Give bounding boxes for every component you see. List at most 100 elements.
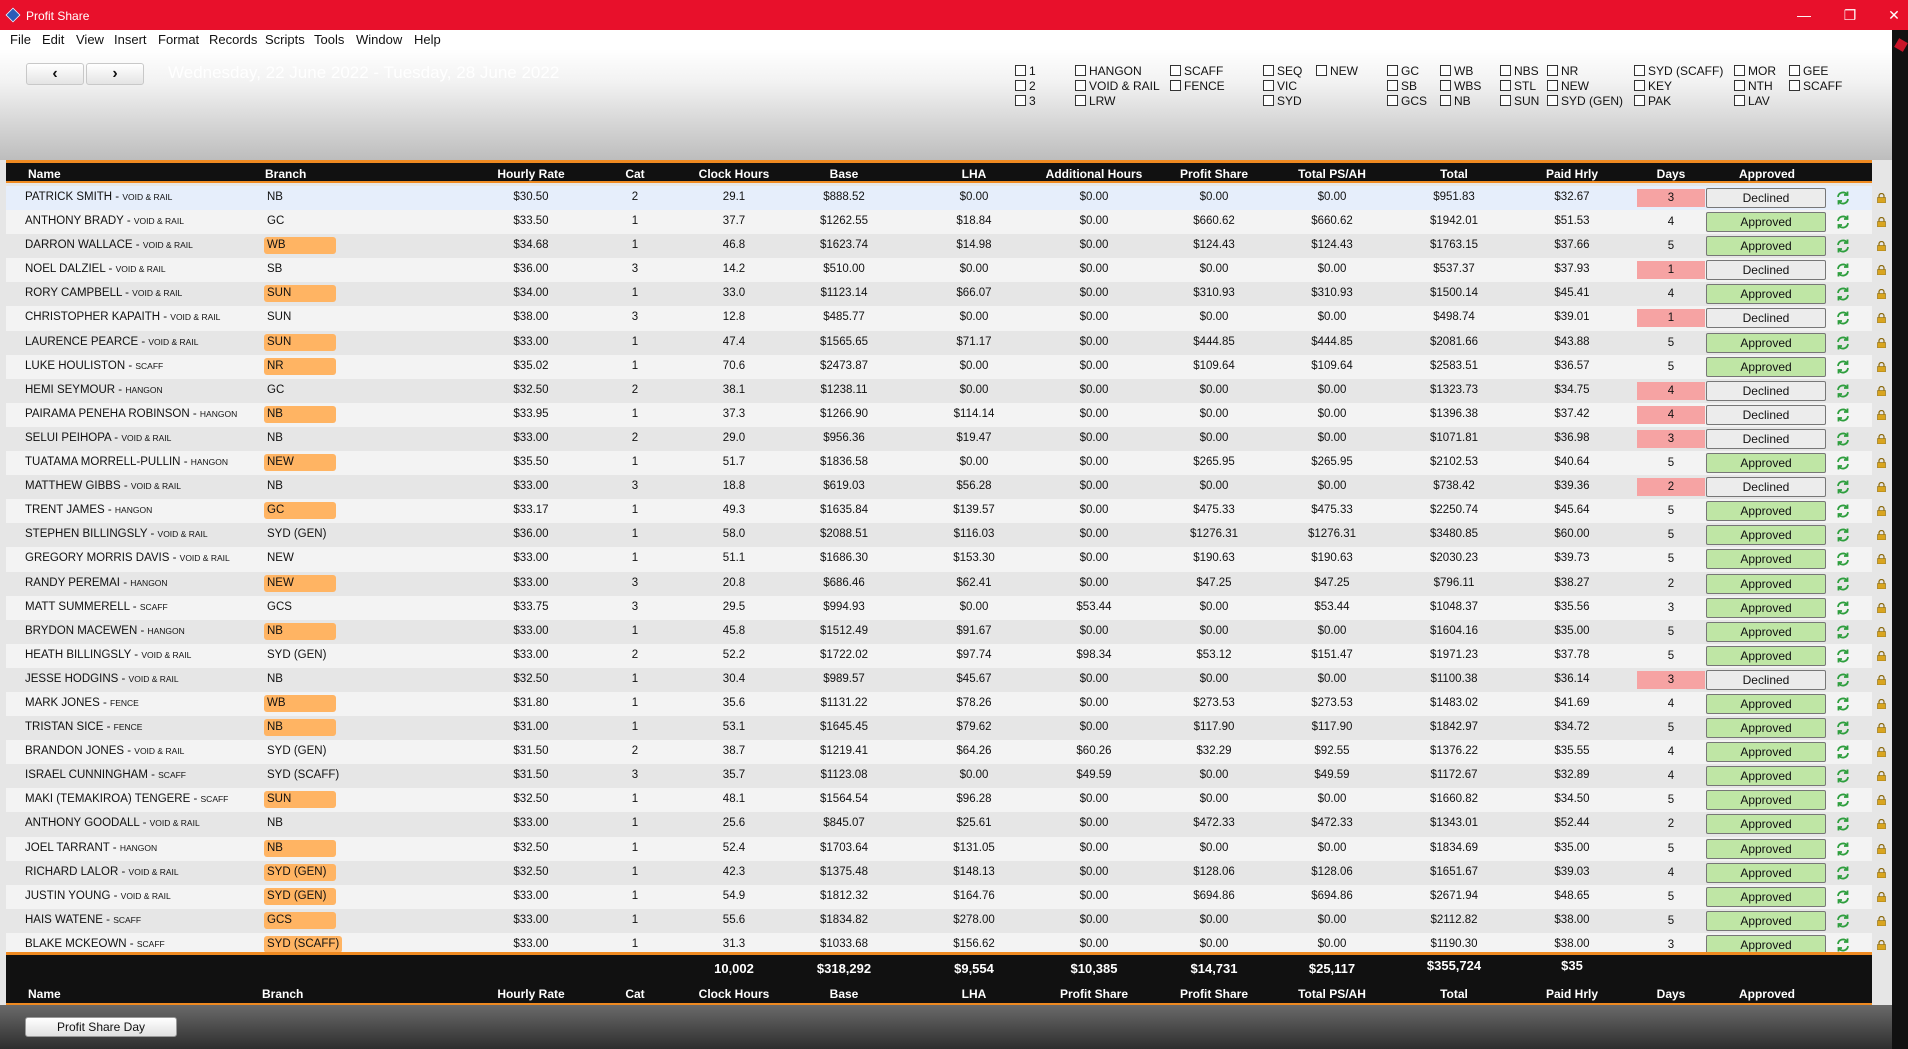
filter-checkbox[interactable] [1387, 80, 1398, 91]
approval-status-button[interactable]: Approved [1706, 453, 1826, 474]
filter-checkbox[interactable] [1440, 80, 1451, 91]
lock-icon[interactable] [1877, 915, 1886, 926]
lock-icon[interactable] [1877, 554, 1886, 565]
refresh-icon[interactable] [1835, 214, 1851, 230]
filter-checkbox[interactable] [1316, 65, 1327, 76]
lock-icon[interactable] [1877, 650, 1886, 661]
col-name[interactable]: Name [28, 167, 61, 181]
filter-checkbox[interactable] [1075, 95, 1086, 106]
lock-icon[interactable] [1877, 506, 1886, 517]
lock-icon[interactable] [1877, 843, 1886, 854]
menu-format[interactable]: Format [158, 32, 199, 47]
filter-checkbox[interactable] [1547, 65, 1558, 76]
filter-checkbox[interactable] [1789, 80, 1800, 91]
approval-status-button[interactable]: Declined [1706, 477, 1826, 498]
table-row[interactable]: DARRON WALLACE - VOID & RAIL WB $34.68 1 46.… [6, 234, 1886, 258]
menu-records[interactable]: Records [209, 32, 257, 47]
filter-checkbox[interactable] [1500, 80, 1511, 91]
approval-status-button[interactable]: Approved [1706, 886, 1826, 907]
approval-status-button[interactable]: Approved [1706, 356, 1826, 377]
filter-checkbox[interactable] [1015, 80, 1026, 91]
menu-edit[interactable]: Edit [42, 32, 64, 47]
filter-checkbox[interactable] [1263, 95, 1274, 106]
refresh-icon[interactable] [1835, 889, 1851, 905]
lock-icon[interactable] [1877, 530, 1886, 541]
table-row[interactable]: JESSE HODGINS - VOID & RAIL NB $32.50 1 30.4… [6, 668, 1886, 692]
refresh-icon[interactable] [1835, 286, 1851, 302]
filter-checkbox[interactable] [1387, 65, 1398, 76]
filter-scaff[interactable]: SCAFF [1170, 64, 1225, 79]
lock-icon[interactable] [1877, 747, 1886, 758]
filter-vic[interactable]: VIC [1263, 79, 1302, 94]
approval-status-button[interactable]: Approved [1706, 573, 1826, 594]
table-row[interactable]: MATT SUMMERELL - SCAFF GCS $33.75 3 29.5 $994… [6, 595, 1886, 620]
refresh-icon[interactable] [1835, 841, 1851, 857]
filter-checkbox[interactable] [1075, 80, 1086, 91]
table-row[interactable]: HEATH BILLINGSLY - VOID & RAIL SYD (GEN) $… [6, 643, 1886, 668]
lock-icon[interactable] [1877, 385, 1886, 396]
filter-lrw[interactable]: LRW [1075, 94, 1160, 109]
refresh-icon[interactable] [1835, 768, 1851, 784]
lock-icon[interactable] [1877, 433, 1886, 444]
filter-checkbox[interactable] [1387, 95, 1398, 106]
approval-status-button[interactable]: Approved [1706, 814, 1826, 835]
table-row[interactable]: ANTHONY GOODALL - VOID & RAIL NB $33.00 1 25… [6, 812, 1886, 836]
filter-checkbox[interactable] [1734, 80, 1745, 91]
refresh-icon[interactable] [1835, 527, 1851, 543]
table-row[interactable]: TUATAMA MORRELL-PULLIN - HANGON NEW $35.50… [6, 451, 1886, 476]
filter-nr[interactable]: NR [1547, 64, 1623, 79]
table-row[interactable]: RORY CAMPBELL - VOID & RAIL SUN $34.00 1 33.… [6, 282, 1886, 306]
filter-checkbox[interactable] [1075, 65, 1086, 76]
table-row[interactable]: STEPHEN BILLINGSLY - VOID & RAIL SYD (GEN… [6, 523, 1886, 547]
refresh-icon[interactable] [1835, 238, 1851, 254]
filter-checkbox[interactable] [1440, 95, 1451, 106]
filter-checkbox[interactable] [1015, 65, 1026, 76]
table-row[interactable]: GREGORY MORRIS DAVIS - VOID & RAIL NEW $33… [6, 547, 1886, 572]
table-row[interactable]: NOEL DALZIEL - VOID & RAIL SB $36.00 3 14.2 $… [6, 258, 1886, 283]
filter-scaff[interactable]: SCAFF [1789, 79, 1842, 94]
filter-sun[interactable]: SUN [1500, 94, 1539, 109]
col-base[interactable]: Base [794, 167, 894, 181]
col-lha[interactable]: LHA [924, 167, 1024, 181]
lock-icon[interactable] [1877, 458, 1886, 469]
filter-hangon[interactable]: HANGON [1075, 64, 1160, 79]
filter-checkbox[interactable] [1170, 80, 1181, 91]
filter-nbs[interactable]: NBS [1500, 64, 1539, 79]
approval-status-button[interactable]: Declined [1706, 188, 1826, 208]
menu-tools[interactable]: Tools [314, 32, 344, 47]
approval-status-button[interactable]: Approved [1706, 910, 1826, 931]
lock-icon[interactable] [1877, 313, 1886, 324]
lock-icon[interactable] [1877, 289, 1886, 300]
refresh-icon[interactable] [1835, 744, 1851, 760]
col-profit-share[interactable]: Profit Share [1164, 167, 1264, 181]
approval-status-button[interactable]: Declined [1706, 380, 1826, 401]
refresh-icon[interactable] [1835, 431, 1851, 447]
lock-icon[interactable] [1877, 265, 1886, 276]
filter-gee[interactable]: GEE [1789, 64, 1842, 79]
menu-file[interactable]: File [10, 32, 31, 47]
maximize-button[interactable]: ❐ [1828, 3, 1872, 27]
filter-key[interactable]: KEY [1634, 79, 1723, 94]
table-row[interactable]: PAIRAMA PENEHA ROBINSON - HANGON NB $33.95… [6, 402, 1886, 427]
lock-icon[interactable] [1877, 795, 1886, 806]
refresh-icon[interactable] [1835, 937, 1851, 953]
approval-status-button[interactable]: Declined [1706, 669, 1826, 690]
menu-scripts[interactable]: Scripts [265, 32, 305, 47]
approval-status-button[interactable]: Approved [1706, 693, 1826, 714]
table-row[interactable]: MAKI (TEMAKIROA) TENGERE - SCAFF SUN $32.5… [6, 788, 1886, 813]
col-total-ps-ah[interactable]: Total PS/AH [1282, 167, 1382, 181]
filter-void-rail[interactable]: VOID & RAIL [1075, 79, 1160, 94]
lock-icon[interactable] [1877, 867, 1886, 878]
approval-status-button[interactable]: Approved [1706, 838, 1826, 859]
filter-lav[interactable]: LAV [1734, 94, 1776, 109]
filter-wb[interactable]: WB [1440, 64, 1481, 79]
filter-checkbox[interactable] [1500, 65, 1511, 76]
refresh-icon[interactable] [1835, 359, 1851, 375]
col-clock-hours[interactable]: Clock Hours [684, 167, 784, 181]
refresh-icon[interactable] [1835, 407, 1851, 423]
menu-insert[interactable]: Insert [114, 32, 147, 47]
lock-icon[interactable] [1877, 723, 1886, 734]
filter-3[interactable]: 3 [1015, 94, 1036, 109]
table-row[interactable]: MATTHEW GIBBS - VOID & RAIL NB $33.00 3 18.8… [6, 475, 1886, 499]
filter-checkbox[interactable] [1634, 95, 1645, 106]
